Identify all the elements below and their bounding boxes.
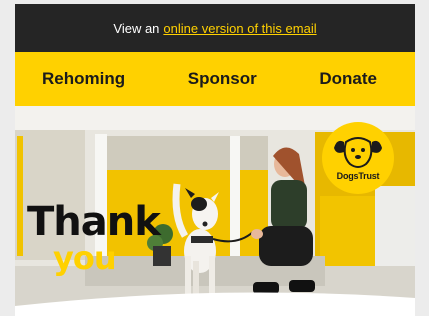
logo-wordmark: DogsTrust [336, 171, 380, 181]
dogs-trust-logo: DogsTrust [322, 122, 394, 194]
web-version-bar: View an online version of this email [15, 4, 415, 52]
nav-sponsor[interactable]: Sponsor [188, 69, 257, 89]
dog-face-icon [334, 137, 382, 168]
nav-rehoming[interactable]: Rehoming [42, 69, 125, 89]
email-body: View an online version of this email Reh… [15, 4, 415, 316]
hero-headline-you: you [53, 239, 117, 277]
online-version-link[interactable]: online version of this email [163, 21, 316, 36]
nav-donate[interactable]: Donate [319, 69, 377, 89]
hero-banner[interactable]: Thank you DogsTrust [15, 106, 415, 316]
main-nav: Rehoming Sponsor Donate [15, 52, 415, 106]
hero-headline-thank: Thank [27, 199, 161, 245]
email-viewport: View an online version of this email Reh… [0, 0, 429, 316]
web-version-text: View an [113, 20, 160, 36]
